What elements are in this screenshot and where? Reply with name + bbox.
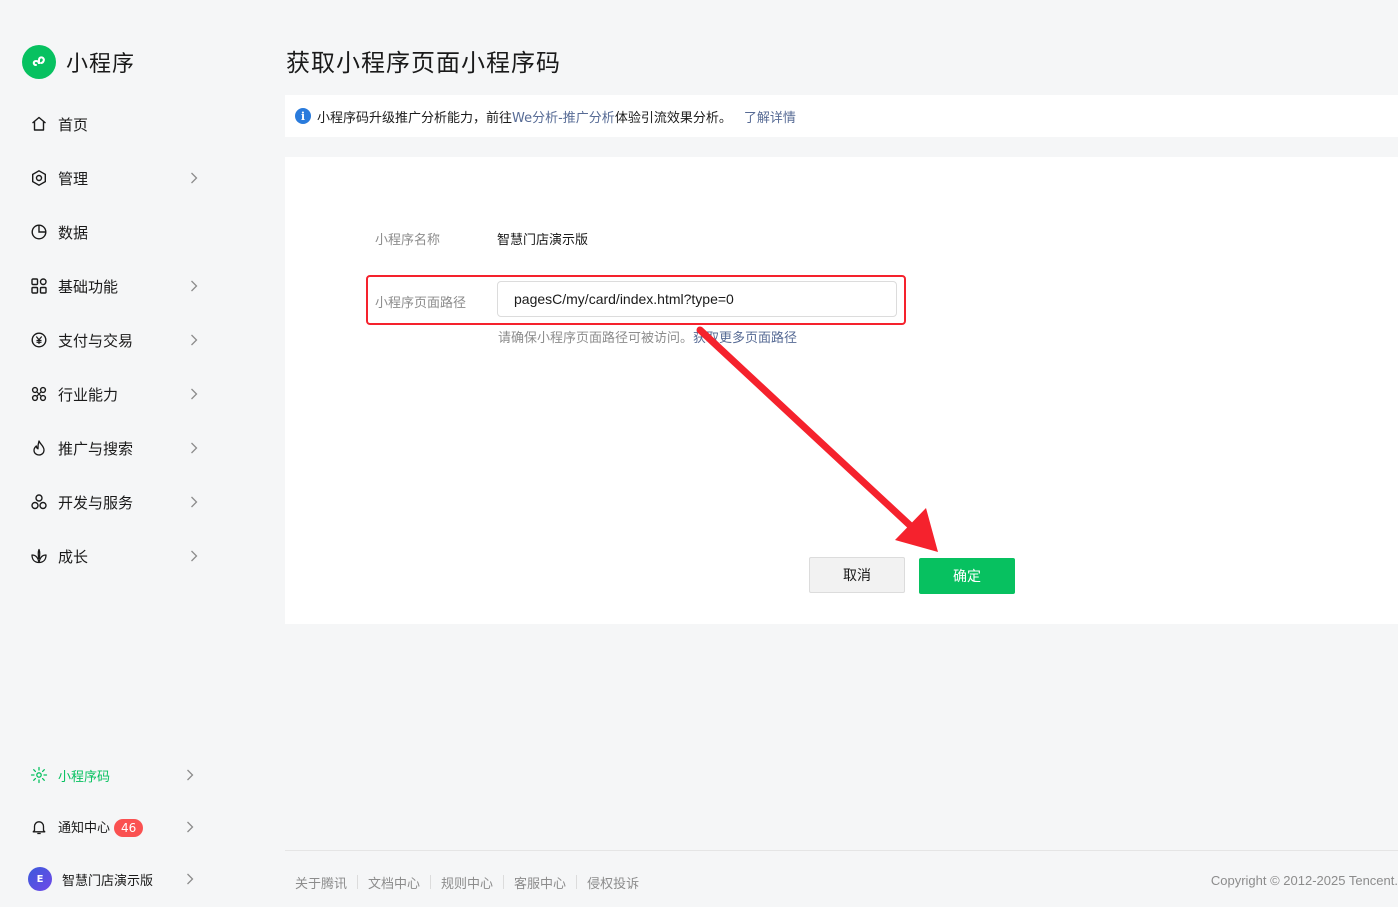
sidebar-item-notifications[interactable]: 通知中心 46 [30, 812, 196, 842]
yuan-coin-icon [30, 331, 48, 349]
confirm-button[interactable]: 确定 [919, 558, 1015, 594]
sidebar-item-miniprogram-code[interactable]: 小程序码 [30, 760, 196, 790]
notifications-label-group: 通知中心 46 [58, 817, 184, 837]
miniprogram-logo-icon [22, 45, 56, 79]
sidebar-item-home[interactable]: 首页 [30, 109, 200, 139]
notification-count-badge: 46 [114, 819, 144, 837]
app-name: 小程序 [66, 52, 136, 77]
chevron-right-icon [188, 388, 200, 400]
chevron-right-icon [184, 821, 196, 833]
sidebar-item-label: 支付与交易 [58, 331, 134, 350]
page-path-input[interactable] [497, 281, 897, 317]
qrcode-sun-icon [30, 766, 48, 784]
name-label: 小程序名称 [375, 233, 441, 248]
app-logo[interactable]: 小程序 [22, 45, 135, 79]
chevron-right-icon [188, 442, 200, 454]
page-title: 获取小程序页面小程序码 [286, 49, 561, 77]
footer-link-support[interactable]: 客服中心 [514, 873, 566, 892]
sidebar-item-growth[interactable]: 成长 [30, 541, 200, 571]
flame-icon [30, 439, 48, 457]
hint-text: 请确保小程序页面路径可被访问。 [498, 331, 694, 346]
sidebar-item-industry[interactable]: 行业能力 [30, 379, 200, 409]
sidebar-item-label: 数据 [58, 223, 89, 242]
sidebar: 小程序 首页 管理 数据 基础功能 支付与交易 行业能力 推广与搜索 开发与服务… [0, 0, 260, 907]
footer-link-infringement[interactable]: 侵权投诉 [587, 873, 639, 892]
footer-separator [430, 875, 432, 889]
sidebar-item-promotion[interactable]: 推广与搜索 [30, 433, 200, 463]
avatar: E [28, 867, 52, 891]
sidebar-item-label: 小程序码 [58, 769, 111, 785]
sidebar-item-payment[interactable]: 支付与交易 [30, 325, 200, 355]
chevron-right-icon [184, 873, 196, 885]
notice-text-after: 体验引流效果分析。 [614, 110, 732, 126]
settings-hex-icon [30, 169, 48, 187]
sidebar-item-label: 成长 [58, 547, 89, 566]
notice-text-before: 小程序码升级推广分析能力，前往 [317, 110, 513, 126]
sidebar-item-data[interactable]: 数据 [30, 217, 200, 247]
chevron-right-icon [188, 334, 200, 346]
we-analysis-link[interactable]: We分析-推广分析 [512, 107, 615, 126]
footer-separator [357, 875, 359, 889]
footer-separator [503, 875, 505, 889]
sidebar-item-label: 行业能力 [58, 385, 119, 404]
name-value: 智慧门店演示版 [497, 233, 589, 248]
sidebar-item-label: 管理 [58, 169, 89, 188]
grid-icon [30, 277, 48, 295]
sidebar-item-label: 基础功能 [58, 277, 119, 296]
copyright: Copyright © 2012-2025 Tencent. [1210, 873, 1398, 888]
chevron-right-icon [188, 280, 200, 292]
cluster-icon [30, 493, 48, 511]
more-paths-link[interactable]: 获取更多页面路径 [693, 331, 797, 346]
leaf-icon [30, 547, 48, 565]
notice-bar: i 小程序码升级推广分析能力，前往 We分析-推广分析 体验引流效果分析。 了解… [285, 95, 1398, 137]
pie-chart-icon [30, 223, 48, 241]
footer-links: 关于腾讯 文档中心 规则中心 客服中心 侵权投诉 [295, 873, 639, 892]
chevron-right-icon [184, 769, 196, 781]
footer-link-rules[interactable]: 规则中心 [441, 873, 493, 892]
bell-icon [30, 818, 48, 836]
sidebar-item-manage[interactable]: 管理 [30, 163, 200, 193]
sidebar-item-label: 推广与搜索 [58, 439, 134, 458]
sidebar-item-label: 通知中心 [58, 821, 111, 836]
nodes-icon [30, 385, 48, 403]
sidebar-item-label: 开发与服务 [58, 493, 134, 512]
sidebar-item-basic-functions[interactable]: 基础功能 [30, 271, 200, 301]
sidebar-item-development[interactable]: 开发与服务 [30, 487, 200, 517]
footer-divider [285, 850, 1398, 851]
form-card: 小程序名称 智慧门店演示版 小程序页面路径 请确保小程序页面路径可被访问。获取更… [285, 157, 1398, 624]
chevron-right-icon [188, 172, 200, 184]
sidebar-item-account[interactable]: E 智慧门店演示版 [28, 864, 196, 894]
home-icon [30, 115, 48, 133]
path-label: 小程序页面路径 [375, 296, 467, 311]
cancel-button[interactable]: 取消 [809, 557, 905, 593]
info-icon: i [295, 108, 311, 124]
chevron-right-icon [188, 496, 200, 508]
path-hint: 请确保小程序页面路径可被访问。获取更多页面路径 [498, 327, 797, 346]
account-name: 智慧门店演示版 [62, 873, 154, 889]
footer-link-about[interactable]: 关于腾讯 [295, 873, 347, 892]
chevron-right-icon [188, 550, 200, 562]
learn-more-link[interactable]: 了解详情 [744, 107, 796, 126]
footer-link-docs[interactable]: 文档中心 [368, 873, 420, 892]
footer-separator [576, 875, 578, 889]
sidebar-item-label: 首页 [58, 115, 89, 134]
